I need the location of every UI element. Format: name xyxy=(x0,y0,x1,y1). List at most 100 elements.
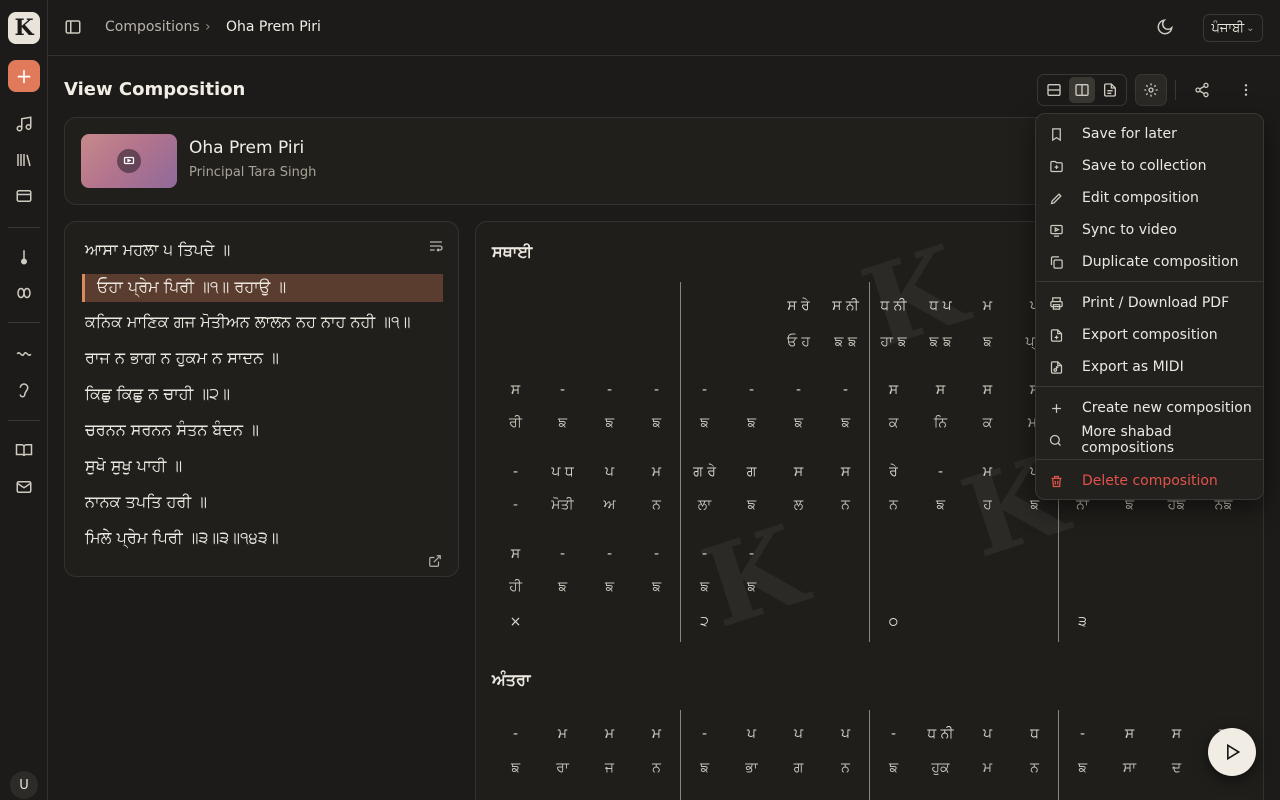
menu-edit-composition[interactable]: Edit composition xyxy=(1040,183,1261,213)
library-icon[interactable] xyxy=(12,148,36,172)
bol-syllable: ਙ xyxy=(510,760,521,776)
settings-button[interactable] xyxy=(1135,74,1167,106)
menu-delete-composition[interactable]: Delete composition xyxy=(1040,466,1261,496)
bol-syllable: ਙ ਙ xyxy=(929,334,952,350)
menu-sync-to-video[interactable]: Sync to video xyxy=(1040,215,1261,245)
bar-line xyxy=(869,710,870,800)
bol-syllable: ਙ xyxy=(651,579,662,595)
app-logo[interactable]: K xyxy=(8,12,40,44)
header-divider xyxy=(1175,80,1176,100)
gear-icon xyxy=(1144,83,1158,97)
ear-icon[interactable] xyxy=(12,378,36,402)
bol-syllable: ਙ xyxy=(1077,760,1088,776)
swar-note: ਗ ਰੇ xyxy=(693,464,716,480)
composition-artist[interactable]: Principal Tara Singh xyxy=(189,165,316,180)
menu-save-for-later[interactable]: Save for later xyxy=(1040,119,1261,149)
avatar[interactable]: U xyxy=(10,771,38,799)
bar-line xyxy=(680,282,681,642)
lyric-line[interactable]: ਚਰਨਨ ਸਰਨਨ ਸੰਤਨ ਬੰਦਨ ॥ xyxy=(85,420,259,440)
bol-syllable: ਹਾ ਙ xyxy=(880,334,907,350)
lyric-line-active[interactable]: ਓਹਾ ਪ੍ਰੇਮ ਪਿਰੀ ॥੧॥ ਰਹਾਉ ॥ xyxy=(82,274,443,302)
menu-duplicate-composition[interactable]: Duplicate composition xyxy=(1040,247,1261,277)
bol-syllable: ਙ xyxy=(557,579,568,595)
menu-item-label: More shabad compositions xyxy=(1081,424,1174,456)
bol-syllable: ਙ ਙ xyxy=(834,334,857,350)
swar-note: ਪ xyxy=(982,726,993,742)
bar-line xyxy=(869,282,870,642)
layout-rows-icon[interactable] xyxy=(1041,77,1067,103)
sidebar-toggle-icon[interactable] xyxy=(64,18,84,38)
lyrics-panel: ਆਸਾ ਮਹਲਾ ੫ ਤਿਪਦੇ ॥ ਓਹਾ ਪ੍ਰੇਮ ਪਿਰੀ ॥੧॥ ਰਹ… xyxy=(64,221,459,577)
lyric-line[interactable]: ਕਿਛੁ ਕਿਛੁ ਨ ਚਾਹੀ ॥੨॥ xyxy=(85,384,230,404)
lyric-line[interactable]: ਕਨਿਕ ਮਾਣਿਕ ਗਜ ਮੋਤੀਅਨ ਲਾਲਨ ਨਹ ਨਾਹ ਨਹੀ ॥੧॥ xyxy=(85,312,411,332)
left-rail: K + U xyxy=(0,0,48,800)
menu-print-download-pdf[interactable]: Print / Download PDF xyxy=(1040,288,1261,318)
menu-item-label: Sync to video xyxy=(1082,222,1177,238)
bol-syllable: ਙ xyxy=(982,334,993,350)
bol-syllable: ਙ xyxy=(746,415,757,431)
swar-note: - xyxy=(1079,726,1086,742)
sthai-title: ਸਥਾਈ xyxy=(492,242,533,261)
swar-note: ਧ xyxy=(1030,726,1039,742)
book-icon[interactable] xyxy=(12,438,36,462)
lyric-line[interactable]: ਨਾਨਕ ਤਪਤਿ ਹਰੀ ॥ xyxy=(85,492,207,512)
pencil-icon xyxy=(1048,190,1064,206)
rail-divider xyxy=(8,227,40,228)
lyric-line[interactable]: ਰਾਜ ਨ ਭਾਗ ਨ ਹੁਕਮ ਨ ਸਾਦਨ ॥ xyxy=(85,348,279,368)
swar-note: ਮ xyxy=(982,464,993,480)
taal-mark: ੨ xyxy=(700,614,709,630)
bookmark-icon xyxy=(1048,126,1064,142)
swar-note: ਮ xyxy=(651,726,662,742)
breadcrumb-current: Oha Prem Piri xyxy=(226,19,321,35)
text-wrap-icon[interactable] xyxy=(428,238,444,254)
menu-divider xyxy=(1036,459,1263,460)
breadcrumb-compositions[interactable]: Compositions xyxy=(105,19,200,35)
swar-note: ਸ ਰੇ xyxy=(787,298,810,314)
menu-more-shabad-compositions[interactable]: More shabad compositions xyxy=(1040,424,1261,456)
bar-line xyxy=(680,710,681,800)
more-vertical-icon[interactable] xyxy=(1234,78,1258,102)
chevron-down-icon: ⌄ xyxy=(1246,22,1255,34)
bol-syllable: ਜ xyxy=(604,760,615,776)
bol-syllable: ਕ xyxy=(888,415,899,431)
menu-save-to-collection[interactable]: Save to collection xyxy=(1040,151,1261,181)
menu-create-new-composition[interactable]: Create new composition xyxy=(1040,393,1261,423)
menu-export-composition[interactable]: Export composition xyxy=(1040,320,1261,350)
swar-note: ਪ xyxy=(840,726,851,742)
swar-note: ਗ xyxy=(746,464,757,480)
bol-syllable: ਓ ਹ xyxy=(786,334,811,350)
swar-note: ਪ ਧ xyxy=(551,464,574,480)
bol-syllable: ਲਾ xyxy=(697,497,712,513)
document-icon[interactable] xyxy=(1097,77,1123,103)
lyric-line[interactable]: ਆਸਾ ਮਹਲਾ ੫ ਤਿਪਦੇ ॥ xyxy=(85,240,230,260)
lyric-line[interactable]: ਮਿਲੇ ਪ੍ਰੇਮ ਪਿਰੀ ॥੩॥੩॥੧੪੩॥ xyxy=(85,528,279,548)
music-note-icon[interactable] xyxy=(12,112,36,136)
share-icon[interactable] xyxy=(1190,78,1214,102)
wave-icon[interactable] xyxy=(12,342,36,366)
language-label: ਪੰਜਾਬੀ xyxy=(1211,20,1245,36)
thermometer-icon[interactable] xyxy=(12,245,36,269)
swar-note: - xyxy=(701,726,708,742)
add-button[interactable]: + xyxy=(8,60,40,92)
breadcrumb-separator: › xyxy=(205,19,211,35)
mail-icon[interactable] xyxy=(12,475,36,499)
menu-export-as-midi[interactable]: Export as MIDI xyxy=(1040,352,1261,382)
play-button[interactable] xyxy=(1208,728,1256,776)
drum-icon[interactable] xyxy=(12,281,36,305)
card-icon[interactable] xyxy=(12,184,36,208)
swar-note: ਧ ਪ xyxy=(929,298,952,314)
swar-note: ਮ xyxy=(982,298,993,314)
language-select[interactable]: ਪੰਜਾਬੀ ⌄ xyxy=(1203,14,1263,42)
lyric-line[interactable]: ਸੁਖੋ ਸੁਖੁ ਪਾਹੀ ॥ xyxy=(85,456,182,476)
moon-icon[interactable] xyxy=(1156,18,1176,38)
swar-note: ਸ xyxy=(888,382,899,398)
bol-syllable: ਦ xyxy=(1171,760,1182,776)
bol-syllable: ਙ xyxy=(699,415,710,431)
layout-columns-icon[interactable] xyxy=(1069,77,1095,103)
video-thumbnail[interactable] xyxy=(81,134,177,188)
bol-syllable: ਲ xyxy=(793,497,804,513)
external-link-icon[interactable] xyxy=(428,554,442,568)
video-sync-icon xyxy=(1048,222,1064,238)
swar-note: ਸ xyxy=(793,464,804,480)
menu-divider xyxy=(1036,386,1263,387)
